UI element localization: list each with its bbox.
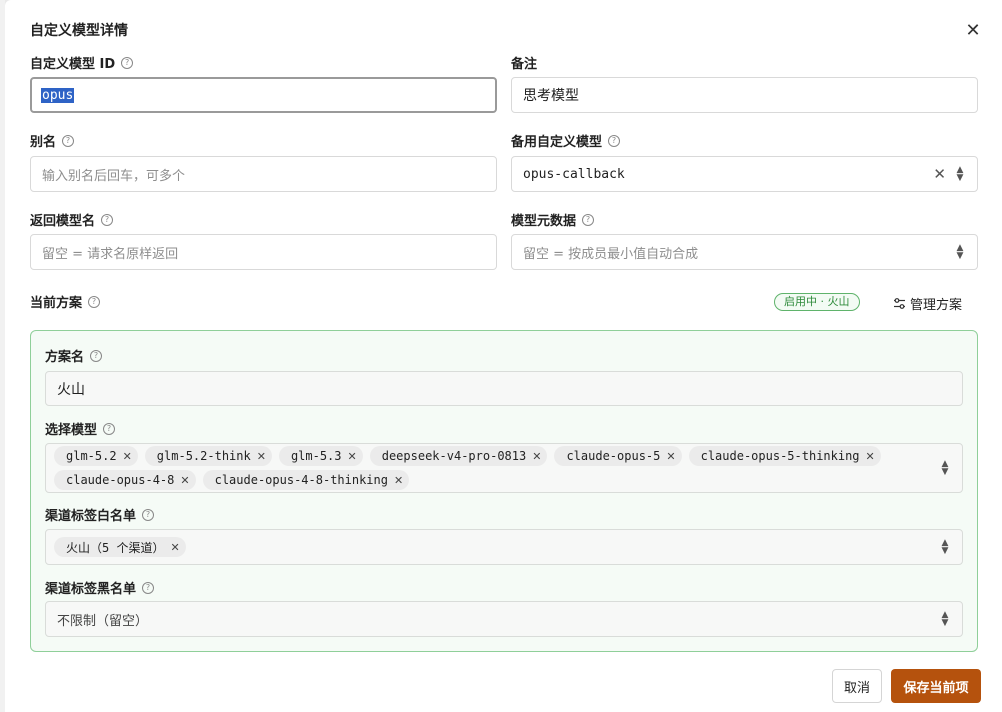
select-models-label-text: 选择模型 (45, 423, 98, 438)
model-chip: claude-opus-4-8-thinking ✕ (202, 470, 410, 490)
note-label-text: 备注 (511, 57, 538, 72)
model-chip: claude-opus-5-thinking ✕ (688, 446, 881, 466)
remove-x-icon[interactable]: ✕ (394, 474, 403, 487)
plan-name-value: 火山 (57, 381, 85, 398)
blacklist-select[interactable]: 不限制（留空） ▲ ▼ (45, 601, 963, 637)
remove-x-icon[interactable]: ✕ (257, 450, 266, 463)
remove-x-icon[interactable]: ✕ (866, 450, 875, 463)
remove-x-icon[interactable]: ✕ (123, 450, 132, 463)
metadata-label: 模型元数据 ? (511, 210, 595, 229)
whitelist-multiselect[interactable]: 火山（5 个渠道） ✕ ▲ ▼ (45, 529, 963, 565)
model-chip-label: claude-opus-4-8 (66, 473, 175, 487)
model-id-value: opus (41, 87, 75, 103)
dialog-title: 自定义模型详情 (30, 23, 128, 39)
remove-x-icon[interactable]: ✕ (170, 541, 179, 554)
alias-placeholder: 输入别名后回车，可多个 (42, 168, 186, 184)
blacklist-label: 渠道标签黑名单 ? (45, 578, 155, 597)
close-icon[interactable]: ✕ (963, 21, 983, 41)
status-badge: 启用中 · 火山 (774, 293, 860, 311)
chevron-up-down-icon: ▲ ▼ (941, 459, 949, 477)
manage-plan-button[interactable]: 管理方案 (893, 294, 962, 313)
manage-plan-label: 管理方案 (910, 298, 963, 313)
return-name-placeholder: 留空 = 请求名原样返回 (42, 246, 179, 262)
model-chip-label: glm-5.2 (66, 449, 117, 463)
note-input[interactable]: 思考模型 (511, 77, 978, 113)
fallback-label: 备用自定义模型 ? (511, 131, 621, 150)
help-icon[interactable]: ? (90, 349, 103, 362)
model-id-label-text: 自定义模型 ID (30, 57, 116, 72)
note-label: 备注 (511, 53, 537, 72)
help-icon[interactable]: ? (582, 213, 595, 226)
current-plan-label-text: 当前方案 (30, 296, 83, 311)
cancel-button[interactable]: 取消 (832, 669, 882, 703)
channel-tag-chip: 火山（5 个渠道） ✕ (54, 537, 186, 557)
remove-x-icon[interactable]: ✕ (666, 450, 675, 463)
metadata-select[interactable]: 留空 = 按成员最小值自动合成 ▲ ▼ (511, 234, 978, 270)
metadata-placeholder: 留空 = 按成员最小值自动合成 (523, 246, 699, 262)
model-chip: glm-5.2-think ✕ (144, 446, 272, 466)
fallback-value: opus-callback (523, 166, 625, 182)
model-id-label: 自定义模型 ID ? (30, 53, 134, 72)
blacklist-label-text: 渠道标签黑名单 (45, 582, 137, 597)
model-chip-label: glm-5.2-think (156, 449, 251, 463)
plan-name-label-text: 方案名 (45, 350, 85, 365)
note-value: 思考模型 (523, 88, 579, 104)
alias-input[interactable]: 输入别名后回车，可多个 (30, 156, 497, 192)
alias-label-text: 别名 (30, 135, 57, 150)
remove-x-icon[interactable]: ✕ (180, 474, 189, 487)
model-chip-label: claude-opus-4-8-thinking (214, 473, 388, 487)
current-plan-label: 当前方案 ? (30, 292, 101, 311)
channel-tag-label: 火山（5 个渠道） (66, 540, 165, 555)
model-chip: claude-opus-4-8 ✕ (54, 470, 196, 490)
select-models-label: 选择模型 ? (45, 419, 116, 438)
save-current-button[interactable]: 保存当前项 (891, 669, 981, 703)
model-chip-label: claude-opus-5 (566, 449, 661, 463)
model-detail-dialog: 自定义模型详情 ✕ 自定义模型 ID ? opus 备注 思考模型 别名 ? 输… (5, 0, 1002, 712)
help-icon[interactable]: ? (88, 295, 101, 308)
model-chip-label: claude-opus-5-thinking (700, 449, 860, 463)
sliders-icon (894, 298, 905, 309)
return-name-input[interactable]: 留空 = 请求名原样返回 (30, 234, 497, 270)
chevron-up-down-icon: ▲ ▼ (956, 243, 964, 261)
chevron-up-down-icon: ▲ ▼ (941, 538, 949, 556)
return-name-label-text: 返回模型名 (30, 214, 96, 229)
model-chip: deepseek-v4-pro-0813 ✕ (369, 446, 548, 466)
fallback-select[interactable]: opus-callback ✕ ▲ ▼ (511, 156, 978, 192)
chevron-up-down-icon: ▲ ▼ (956, 165, 964, 183)
blacklist-value: 不限制（留空） (57, 613, 149, 629)
models-multiselect[interactable]: glm-5.2 ✕ glm-5.2-think ✕ glm-5.3 ✕ deepsee… (45, 443, 963, 493)
help-icon[interactable]: ? (608, 134, 621, 147)
remove-x-icon[interactable]: ✕ (532, 450, 541, 463)
plan-name-label: 方案名 ? (45, 346, 103, 365)
model-chip-label: deepseek-v4-pro-0813 (381, 449, 527, 463)
help-icon[interactable]: ? (103, 422, 116, 435)
chevron-up-down-icon: ▲ ▼ (941, 610, 949, 628)
alias-label: 别名 ? (30, 131, 75, 150)
help-icon[interactable]: ? (62, 134, 75, 147)
model-chip: glm-5.2 ✕ (54, 446, 138, 466)
fallback-label-text: 备用自定义模型 (511, 135, 603, 150)
metadata-label-text: 模型元数据 (511, 214, 577, 229)
help-icon[interactable]: ? (142, 581, 155, 594)
help-icon[interactable]: ? (142, 508, 155, 521)
plan-name-input[interactable]: 火山 (45, 371, 963, 406)
return-name-label: 返回模型名 ? (30, 210, 114, 229)
model-chip: glm-5.3 ✕ (278, 446, 363, 466)
help-icon[interactable]: ? (101, 213, 114, 226)
model-chip: claude-opus-5 ✕ (554, 446, 682, 466)
help-icon[interactable]: ? (121, 56, 134, 69)
remove-x-icon[interactable]: ✕ (348, 450, 357, 463)
model-chip-label: glm-5.3 (290, 449, 342, 463)
model-id-input[interactable]: opus (30, 77, 497, 113)
whitelist-label: 渠道标签白名单 ? (45, 505, 155, 524)
clear-x-icon[interactable]: ✕ (933, 165, 946, 183)
whitelist-label-text: 渠道标签白名单 (45, 509, 137, 524)
plan-panel: 方案名 ? 火山 选择模型 ? glm-5.2 ✕ glm-5.2-think ✕ … (30, 330, 978, 652)
